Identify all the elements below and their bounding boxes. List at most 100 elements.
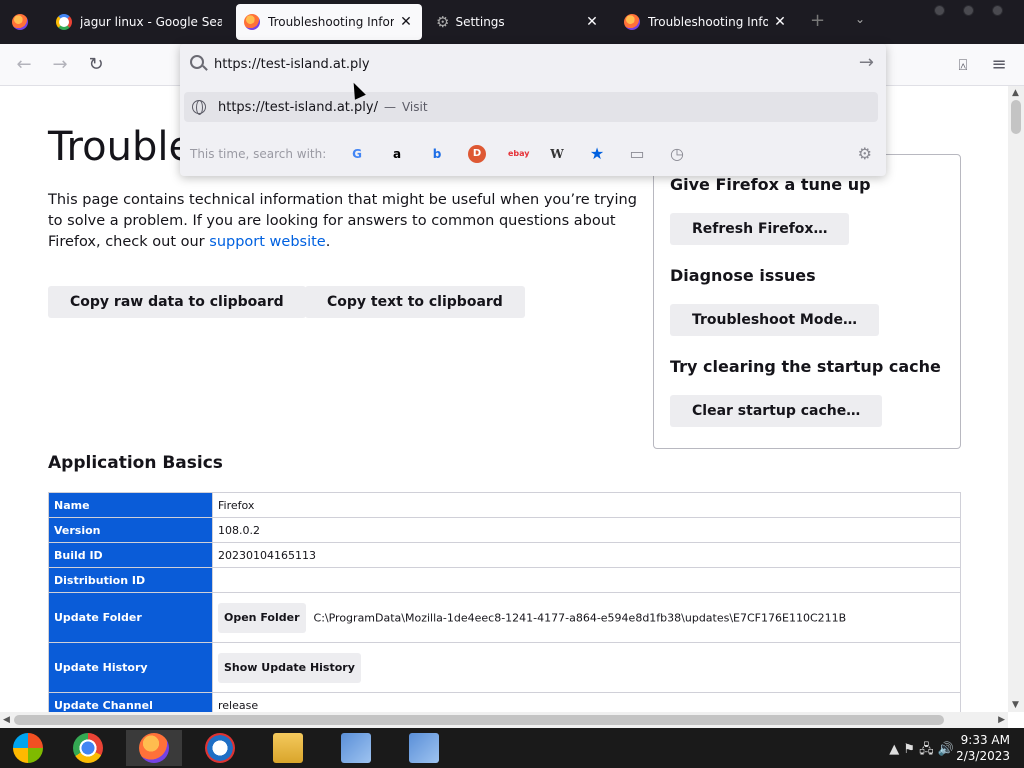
tabs-icon[interactable]: ▭ [628,145,646,163]
taskbar-internet-explorer[interactable] [192,730,248,766]
search-engine-row: This time, search with: G a b D ebay W ★… [180,140,886,168]
vertical-scrollbar[interactable]: ▲ ▼ [1008,86,1024,712]
suggestion-separator: — [383,100,396,114]
url-suggestion[interactable]: https://test-island.at.ply/ — Visit [184,92,878,122]
clock[interactable]: 9:33 AM 2/3/2023 [956,732,1010,764]
clear-startup-cache-button[interactable]: Clear startup cache… [670,395,883,427]
wikipedia-icon[interactable]: W [548,145,566,163]
chrome-icon [73,733,103,763]
scroll-down-arrow-icon[interactable]: ▼ [1012,700,1019,710]
bing-icon[interactable]: b [428,145,446,163]
table-row: Build ID 20230104165113 [48,542,961,568]
row-value: Firefox [212,492,961,518]
copy-raw-data-button[interactable]: Copy raw data to clipboard [48,286,306,318]
tune-up-heading: Give Firefox a tune up [670,175,871,194]
new-tab-button[interactable]: + [810,10,825,31]
windows-start-icon [13,733,43,763]
close-icon[interactable]: ✕ [398,14,414,30]
suggestion-url: https://test-island.at.ply/ [218,99,378,115]
table-row: Update Folder Open Folder C:\ProgramData\… [48,592,961,643]
reload-button[interactable]: ↻ [83,52,109,78]
close-window-button[interactable] [992,5,1003,16]
row-label: Version [48,517,213,543]
tab-title: Troubleshooting Information [268,15,394,29]
tab-strip: jagur linux - Google Search Troubleshoot… [0,0,1024,44]
scroll-right-arrow-icon[interactable]: ▶ [998,715,1005,725]
search-settings-icon[interactable]: ⚙ [858,144,872,163]
amazon-icon[interactable]: a [388,145,406,163]
application-basics-heading: Application Basics [48,453,223,473]
close-icon[interactable]: ✕ [772,14,788,30]
taskbar-firefox[interactable] [126,730,182,766]
back-button[interactable]: ← [11,52,37,78]
taskbar-network-app-1[interactable] [328,730,384,766]
troubleshoot-mode-button[interactable]: Troubleshoot Mode… [670,304,879,336]
search-with-label: This time, search with: [190,147,327,161]
pocket-icon[interactable]: ⍓ [950,52,976,78]
copy-text-button[interactable]: Copy text to clipboard [305,286,525,318]
clock-time: 9:33 AM [960,733,1010,747]
horizontal-scroll-thumb[interactable] [14,715,944,725]
table-row: Name Firefox [48,492,961,518]
taskbar-explorer[interactable] [260,730,316,766]
gear-icon: ⚙ [436,13,450,31]
table-row: Update Channel release [48,692,961,712]
show-update-history-button[interactable]: Show Update History [218,652,361,683]
intro-text: This page contains technical information… [48,190,638,253]
tab-title: jagur linux - Google Search [80,15,222,29]
url-input[interactable] [214,54,814,74]
firefox-icon [139,733,169,763]
horizontal-scrollbar[interactable]: ◀ ▶ [0,712,1008,728]
maximize-button[interactable] [963,5,974,16]
firefox-icon [624,14,640,30]
table-row: Version 108.0.2 [48,517,961,543]
support-link[interactable]: support website [209,234,325,250]
row-value: 108.0.2 [212,517,961,543]
taskbar-network-app-2[interactable] [396,730,452,766]
row-value: Show Update History [212,642,961,693]
google-icon[interactable]: G [348,145,366,163]
firefox-icon [244,14,260,30]
intro-end: . [325,234,331,250]
bookmarks-icon[interactable]: ★ [588,145,606,163]
refresh-firefox-button[interactable]: Refresh Firefox… [670,213,850,245]
history-icon[interactable]: ◷ [668,145,686,163]
clock-date: 2/3/2023 [956,749,1010,763]
forward-button[interactable]: → [47,52,73,78]
taskbar-chrome[interactable] [60,730,116,766]
ebay-icon[interactable]: ebay [508,145,530,163]
table-row: Update History Show Update History [48,642,961,693]
network-app-icon [409,733,439,763]
scroll-up-arrow-icon[interactable]: ▲ [1012,88,1019,98]
startup-cache-heading: Try clearing the startup cache [670,357,941,376]
tab-google-search[interactable]: jagur linux - Google Search [48,4,230,40]
search-icon [190,55,204,69]
go-arrow-icon[interactable]: → [859,52,874,73]
tab-troubleshooting-active[interactable]: Troubleshooting Information ✕ [236,4,422,40]
page-content: Troubleshooting Information This page co… [0,86,1008,712]
tab-troubleshooting-2[interactable]: Troubleshooting Information ✕ [616,4,796,40]
row-value: release [212,692,961,712]
list-all-tabs-button[interactable]: ⌄ [855,12,865,26]
row-label: Update Channel [48,692,213,712]
minimize-button[interactable] [934,5,945,16]
scroll-left-arrow-icon[interactable]: ◀ [3,715,10,725]
table-row: Distribution ID [48,567,961,593]
close-icon[interactable]: ✕ [584,14,600,30]
open-folder-button[interactable]: Open Folder [218,602,306,633]
update-folder-path: C:\ProgramData\Mozilla-1de4eec8-1241-417… [313,611,847,624]
menu-button[interactable]: ≡ [986,52,1012,78]
vertical-scroll-thumb[interactable] [1011,100,1021,134]
start-button[interactable] [0,730,56,766]
firefox-view-icon[interactable] [12,14,28,30]
google-icon [56,14,72,30]
intro-body: This page contains technical information… [48,192,637,250]
diagnose-heading: Diagnose issues [670,266,816,285]
row-label: Update Folder [48,592,213,643]
tab-title: Troubleshooting Information [648,15,768,29]
duckduckgo-icon[interactable]: D [468,145,486,163]
ie-icon [205,733,235,763]
system-tray[interactable]: ▲ ⚑ 🖧 🔊 [889,740,954,762]
tab-settings[interactable]: ⚙ Settings ✕ [428,4,608,40]
row-label: Build ID [48,542,213,568]
